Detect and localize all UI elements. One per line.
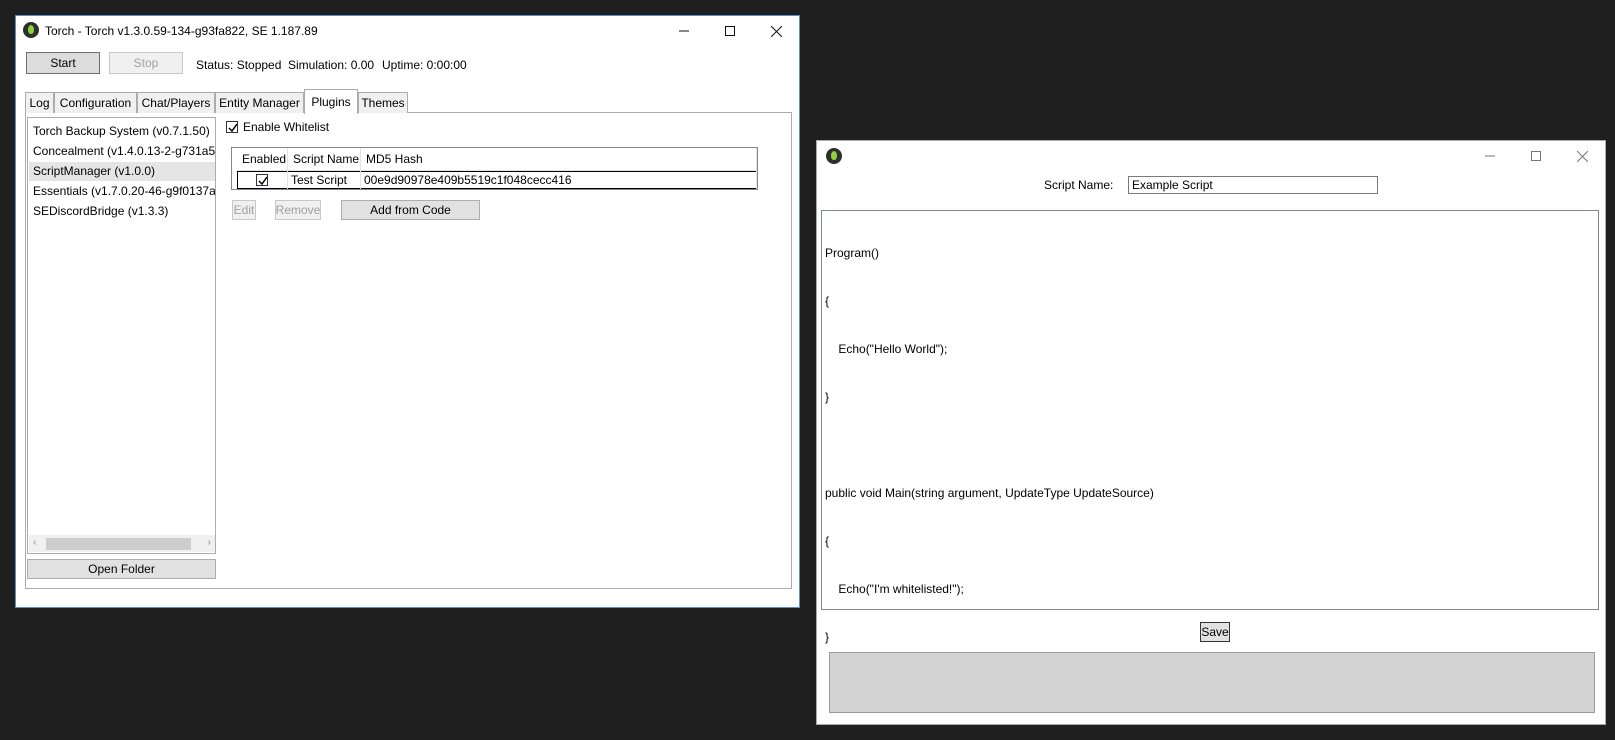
script-name-label: Script Name: — [1044, 178, 1114, 192]
code-line: } — [825, 390, 830, 404]
grid-header-enabled[interactable]: Enabled — [237, 148, 288, 171]
maximize-button[interactable] — [1513, 141, 1559, 171]
code-line: Echo("I'm whitelisted!"); — [825, 582, 964, 596]
grid-header-md5-hash[interactable]: MD5 Hash — [361, 148, 757, 171]
plugin-item[interactable]: ScriptManager (v1.0.0) — [33, 164, 155, 182]
minimize-button[interactable] — [661, 16, 707, 46]
enable-whitelist-label: Enable Whitelist — [243, 120, 330, 134]
grid-cell-md5-hash[interactable]: 00e9d90978e409b5519c1f048cecc416 — [361, 171, 757, 189]
minimize-icon — [679, 30, 689, 32]
grid-cell-enabled[interactable] — [237, 171, 288, 189]
code-line: Program() — [825, 246, 880, 260]
output-panel — [829, 652, 1595, 713]
plugin-item[interactable]: Torch Backup System (v0.7.1.50) — [33, 124, 210, 142]
close-icon — [1576, 150, 1588, 162]
tab-plugins[interactable]: Plugins — [304, 89, 358, 114]
plugin-list[interactable]: Torch Backup System (v0.7.1.50) Concealm… — [27, 117, 216, 554]
plugin-item[interactable]: SEDiscordBridge (v1.3.3) — [33, 204, 168, 222]
tab-chat-players[interactable]: Chat/Players — [137, 92, 215, 113]
script-name-input[interactable]: Example Script — [1128, 176, 1378, 194]
scroll-right-icon[interactable]: › — [208, 537, 211, 548]
torch-app-icon — [23, 22, 39, 38]
torch-main-window: Torch - Torch v1.3.0.59-134-g93fa822, SE… — [15, 15, 800, 608]
plugin-item[interactable]: Concealment (v1.4.0.13-2-g731a58 — [33, 144, 215, 162]
script-code-editor[interactable]: Program() { Echo("Hello World"); } publi… — [821, 210, 1599, 644]
minimize-button[interactable] — [1467, 141, 1513, 171]
grid-header-script-name[interactable]: Script Name — [288, 148, 361, 171]
status-text: Status: Stopped — [196, 58, 282, 72]
start-button[interactable]: Start — [26, 52, 100, 74]
code-line: Echo("Hello World"); — [825, 342, 948, 356]
close-icon — [770, 25, 782, 37]
row-enabled-checkbox[interactable] — [256, 174, 268, 186]
code-line: { — [825, 534, 830, 548]
code-line: { — [825, 294, 830, 308]
checkmark-icon — [258, 176, 268, 186]
minimize-icon — [1485, 155, 1495, 157]
edit-button[interactable]: Edit — [232, 200, 256, 220]
code-line: public void Main(string argument, Update… — [825, 486, 1154, 500]
tab-configuration[interactable]: Configuration — [54, 92, 137, 113]
tab-themes[interactable]: Themes — [358, 92, 408, 113]
stop-button[interactable]: Stop — [109, 52, 183, 74]
scrollbar-thumb[interactable] — [46, 538, 191, 550]
plugin-item[interactable]: Essentials (v1.7.0.20-46-g9f0137a) — [33, 184, 215, 202]
close-button[interactable] — [753, 16, 799, 46]
open-folder-button[interactable]: Open Folder — [27, 559, 216, 579]
close-button[interactable] — [1559, 141, 1605, 171]
scroll-left-icon[interactable]: ‹ — [33, 537, 36, 548]
simulation-text: Simulation: 0.00 — [288, 58, 375, 72]
checkmark-icon — [228, 123, 238, 133]
tab-entity-manager[interactable]: Entity Manager — [215, 92, 304, 113]
torch-app-icon — [826, 148, 842, 164]
save-button[interactable]: Save — [1200, 622, 1230, 642]
uptime-text: Uptime: 0:00:00 — [382, 58, 467, 72]
enable-whitelist-checkbox[interactable] — [226, 121, 238, 133]
maximize-button[interactable] — [707, 16, 753, 46]
script-grid[interactable]: Enabled Script Name MD5 Hash Test Script… — [231, 147, 758, 190]
remove-button[interactable]: Remove — [275, 200, 321, 220]
maximize-icon — [725, 26, 735, 36]
script-editor-window: Script Name: Example Script Program() { … — [816, 140, 1606, 725]
script-title-bar[interactable] — [817, 141, 1605, 171]
title-bar[interactable]: Torch - Torch v1.3.0.59-134-g93fa822, SE… — [16, 16, 799, 46]
maximize-icon — [1531, 151, 1541, 161]
add-from-code-button[interactable]: Add from Code — [341, 200, 480, 220]
grid-cell-script-name[interactable]: Test Script — [288, 171, 361, 189]
horizontal-scrollbar[interactable]: ‹ › — [29, 535, 215, 552]
tab-log[interactable]: Log — [25, 92, 54, 113]
window-title: Torch - Torch v1.3.0.59-134-g93fa822, SE… — [45, 24, 318, 38]
